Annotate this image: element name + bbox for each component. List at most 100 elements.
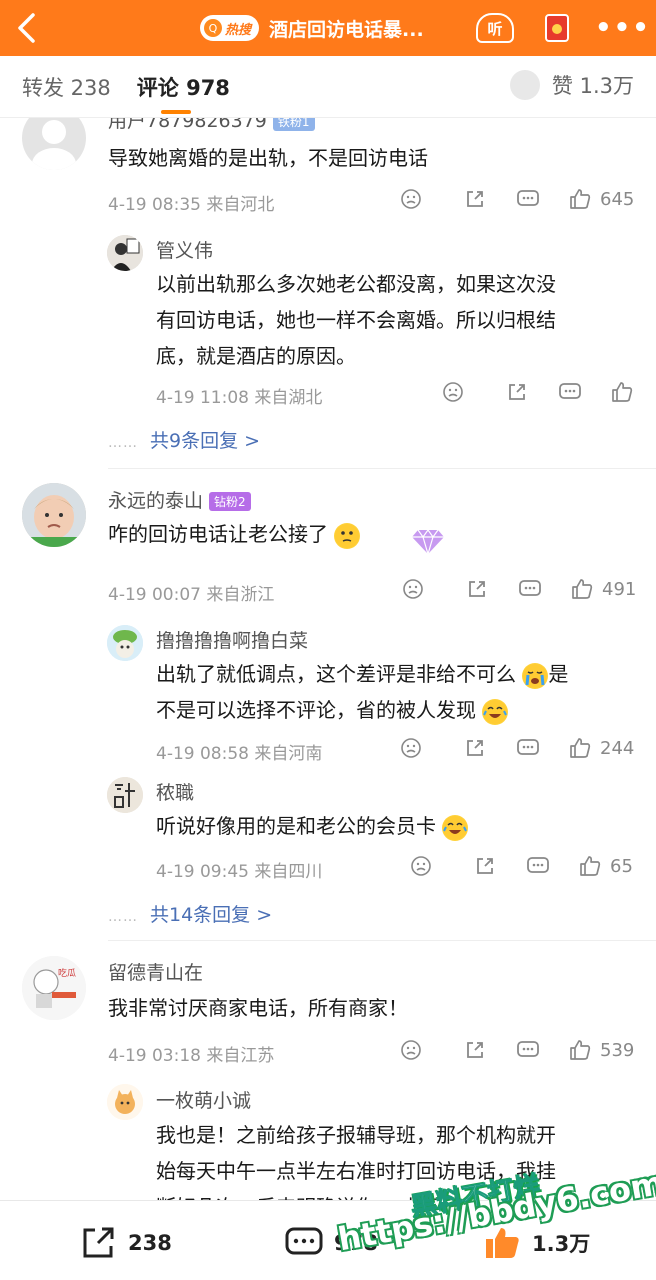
reply-text-line: 我也是！之前给孩子报辅导班，那个机构就开 (156, 1123, 556, 1147)
avatar[interactable] (107, 777, 143, 813)
comment-actions: 645 (400, 188, 634, 210)
like-count: 491 (602, 578, 637, 600)
share-icon[interactable] (464, 737, 516, 759)
reply-icon[interactable] (516, 1039, 568, 1061)
like-count: 244 (600, 737, 635, 759)
avatar[interactable] (107, 235, 143, 271)
like-button[interactable]: 645 (568, 188, 634, 210)
reply-text-line: 有回访电话，她也一样不会离婚。所以归根结 (156, 308, 556, 332)
reply-author-name[interactable]: 一枚萌小诚 (156, 1086, 251, 1113)
laughing-emoji-icon (482, 698, 509, 725)
reply-text-line: 不是可以选择不评论，省的被人发现 (156, 692, 509, 728)
dislike-icon[interactable] (400, 188, 464, 210)
dislike-icon[interactable] (400, 1039, 464, 1061)
hot-search-label: 热搜 (225, 22, 252, 38)
share-icon[interactable] (464, 188, 516, 210)
gem-decoration-icon (410, 526, 446, 560)
headphones-icon: 听 (476, 13, 515, 43)
reply-actions: 244 (400, 737, 634, 759)
red-packet-icon (545, 14, 570, 42)
fan-badge: 钻粉2 (209, 492, 251, 511)
avatar[interactable] (22, 483, 86, 547)
commenter-name[interactable]: 留德青山在 (108, 958, 203, 985)
repost-count: 238 (128, 1231, 172, 1255)
view-more-replies[interactable]: …… 共9条回复 > (108, 426, 260, 453)
avatar[interactable] (22, 118, 86, 170)
reply-text-line: 听说好像用的是和老公的会员卡 (156, 808, 469, 844)
more-options-icon[interactable]: ••• (595, 13, 651, 43)
avatar[interactable] (107, 625, 143, 661)
reply-text-line: 底，就是酒店的原因。 (156, 344, 356, 368)
fan-badge: 铁粉1 (272, 118, 315, 131)
reply-text-line: 断好几次，后来明确说你... 上班 (156, 1189, 441, 1200)
reply-meta: 4-19 09:45 来自四川 (156, 862, 323, 882)
reply-icon[interactable] (516, 188, 568, 210)
reply-actions (442, 381, 634, 403)
reply-icon[interactable] (518, 578, 570, 600)
comment-text: 导致她离婚的是出轨，不是回访电话 (108, 146, 428, 170)
view-more-replies[interactable]: …… 共14条回复 > (108, 900, 272, 927)
share-icon[interactable] (474, 855, 526, 877)
thinking-emoji-icon (334, 522, 361, 549)
likes-count: 赞 1.3万 (551, 74, 634, 98)
tab-comment[interactable]: 评论 978 (137, 72, 230, 114)
comment-actions: 539 (400, 1039, 634, 1061)
divider (108, 468, 656, 469)
top-bar: Q 热搜 酒店回访电话暴... 听 ••• (0, 0, 656, 56)
reply-author-name[interactable]: 秾職 (156, 778, 194, 805)
reply-icon[interactable] (516, 737, 568, 759)
comment-list[interactable]: 用户7879826379 铁粉1 导致她离婚的是出轨，不是回访电话 4-19 08… (0, 118, 656, 1200)
reply-text-line: 以前出轨那么多次她老公都没离，如果这次没 (156, 272, 556, 296)
like-count: 539 (600, 1039, 635, 1061)
share-icon[interactable] (464, 1039, 516, 1061)
like-count: 1.3万 (532, 1232, 591, 1256)
red-packet-button[interactable] (535, 8, 579, 48)
like-avatar-icon (509, 70, 540, 100)
tab-repost[interactable]: 转发 238 (22, 72, 111, 102)
page-title[interactable]: 酒店回访电话暴... (269, 15, 459, 42)
reply-meta: 4-19 08:58 来自河南 (156, 744, 323, 764)
comment-icon (285, 1227, 323, 1255)
repost-button[interactable]: 238 (80, 1225, 172, 1261)
like-button[interactable]: 539 (568, 1039, 634, 1061)
back-arrow-icon[interactable] (0, 0, 52, 56)
like-button[interactable]: 491 (570, 578, 636, 600)
crying-emoji-icon (522, 662, 549, 689)
commenter-name[interactable]: 永远的泰山 钻粉2 (108, 486, 251, 513)
hot-search-pill[interactable]: Q 热搜 (200, 15, 260, 41)
reply-actions: 65 (410, 855, 633, 877)
comment-actions: 491 (402, 578, 636, 600)
like-count: 645 (600, 188, 635, 210)
comment-meta: 4-19 00:07 来自浙江 (108, 585, 275, 605)
laughing-emoji-icon (442, 814, 469, 841)
like-button[interactable] (610, 381, 634, 403)
reply-meta: 4-19 11:08 来自湖北 (156, 388, 323, 408)
commenter-name[interactable]: 用户7879826379 铁粉1 (108, 118, 315, 133)
search-icon: Q (204, 19, 222, 37)
reply-text-line: 出轨了就低调点，这个差评是非给不可么 是 (156, 656, 568, 692)
comment-meta: 4-19 03:18 来自江苏 (108, 1046, 275, 1066)
avatar[interactable]: 吃瓜 (22, 956, 86, 1020)
reply-icon[interactable] (526, 855, 578, 877)
reply-author-name[interactable]: 管义伟 (156, 236, 213, 263)
like-count: 65 (610, 855, 633, 877)
like-button[interactable]: 65 (578, 855, 633, 877)
share-icon[interactable] (466, 578, 518, 600)
dislike-icon[interactable] (442, 381, 506, 403)
dislike-icon[interactable] (402, 578, 466, 600)
dislike-icon[interactable] (400, 737, 464, 759)
tab-likes[interactable]: 赞 1.3万 (509, 70, 634, 100)
dislike-icon[interactable] (410, 855, 474, 877)
listen-button[interactable]: 听 (473, 8, 517, 48)
divider (108, 940, 656, 941)
avatar[interactable] (107, 1084, 143, 1120)
comment-text: 咋的回访电话让老公接了 (108, 516, 361, 552)
share-icon[interactable] (506, 381, 558, 403)
comment-meta: 4-19 08:35 来自河北 (108, 195, 275, 215)
like-button[interactable]: 244 (568, 737, 634, 759)
svg-text:吃瓜: 吃瓜 (58, 967, 76, 979)
comment-text: 我非常讨厌商家电话，所有商家！ (108, 996, 408, 1020)
reply-author-name[interactable]: 撸撸撸撸啊撸白菜 (156, 626, 308, 653)
reply-icon[interactable] (558, 381, 610, 403)
post-tabs: 转发 238 评论 978 赞 1.3万 (0, 56, 656, 118)
